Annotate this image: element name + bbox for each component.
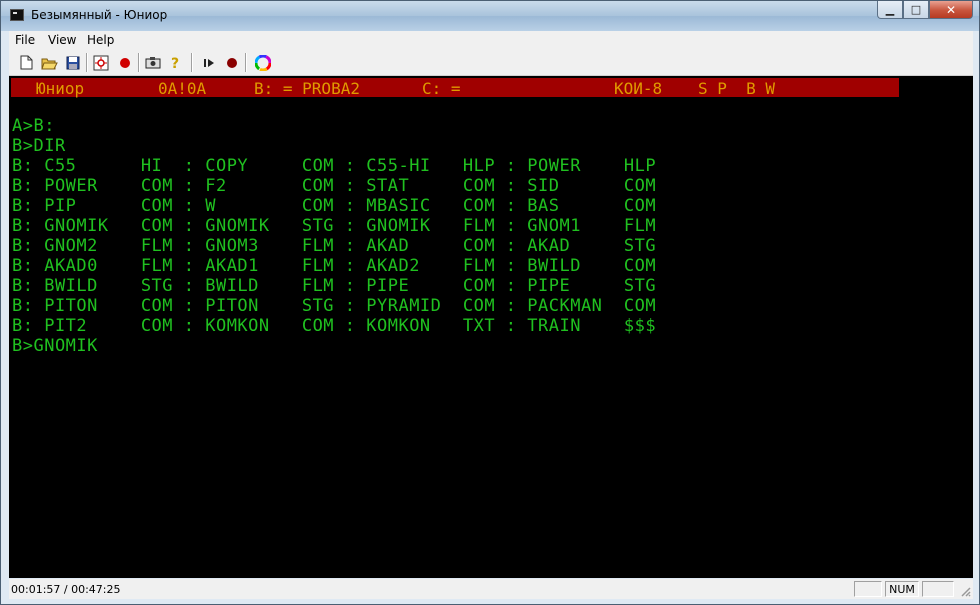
open-icon[interactable] xyxy=(41,54,58,71)
settings-icon[interactable] xyxy=(92,54,109,71)
emulator-status-strip: Юниор 0A!0A B: = PROBA2 C: = КОИ-8 S P B… xyxy=(11,78,899,98)
terminal-line: B>DIR xyxy=(12,136,66,156)
save-icon[interactable] xyxy=(64,54,81,71)
maximize-icon: □ xyxy=(910,3,922,16)
stop-record-icon[interactable] xyxy=(223,54,240,71)
terminal-line: B: C55 HI : COPY COM : C55-HI HLP : POWE… xyxy=(12,156,657,176)
toolbar: ? xyxy=(9,50,973,76)
menu-view[interactable]: View xyxy=(48,33,76,47)
emulator-screen[interactable]: Юниор 0A!0A B: = PROBA2 C: = КОИ-8 S P B… xyxy=(9,76,973,578)
terminal-line: B: PITON COM : PITON STG : PYRAMID COM :… xyxy=(12,296,657,316)
terminal-line: B: POWER COM : F2 COM : STAT COM : SID C… xyxy=(12,176,657,196)
palette-icon[interactable] xyxy=(254,54,271,71)
menu-help[interactable]: Help xyxy=(87,33,114,47)
minimize-icon: ▁ xyxy=(885,3,895,16)
new-icon[interactable] xyxy=(18,54,35,71)
terminal-line: B: AKAD0 FLM : AKAD1 FLM : AKAD2 FLM : B… xyxy=(12,256,657,276)
machine-name: Юниор xyxy=(36,79,85,98)
play-icon[interactable] xyxy=(200,54,217,71)
app-icon xyxy=(10,9,24,21)
drive-b-readout: B: = PROBA2 xyxy=(254,79,360,98)
minimize-button[interactable]: ▁ xyxy=(877,1,903,19)
window-title: Безымянный - Юниор xyxy=(31,8,168,22)
status-panel-empty xyxy=(854,581,882,597)
terminal-prompt-line: B>GNOMIK xyxy=(12,336,98,356)
resize-grip-icon[interactable] xyxy=(959,585,971,597)
menu-bar: File View Help xyxy=(9,31,973,50)
camera-icon[interactable] xyxy=(144,54,161,71)
terminal-line: B: BWILD STG : BWILD FLM : PIPE COM : PI… xyxy=(12,276,657,296)
elapsed-time: 00:01:57 / 00:47:25 xyxy=(11,583,121,596)
terminal-line: B: PIT2 COM : KOMKON COM : KOMKON TXT : … xyxy=(12,316,657,336)
title-bar[interactable]: Безымянный - Юниор ▁ □ ✕ xyxy=(1,1,979,31)
terminal-line: B: GNOMIK COM : GNOMIK STG : GNOMIK FLM … xyxy=(12,216,657,236)
address-readout: 0A!0A xyxy=(158,79,207,98)
num-lock-indicator: NUM xyxy=(885,581,919,597)
svg-text:?: ? xyxy=(171,56,179,71)
close-button[interactable]: ✕ xyxy=(929,1,973,19)
app-window: Безымянный - Юниор ▁ □ ✕ File View Help xyxy=(0,0,980,605)
terminal-line: B: GNOM2 FLM : GNOM3 FLM : AKAD COM : AK… xyxy=(12,236,657,256)
help-icon[interactable]: ? xyxy=(167,54,184,71)
terminal-line: A>B: xyxy=(12,116,55,136)
drive-c-readout: C: = xyxy=(422,79,461,98)
maximize-button[interactable]: □ xyxy=(903,1,929,19)
status-bar: 00:01:57 / 00:47:25 NUM xyxy=(9,579,973,599)
record-icon[interactable] xyxy=(116,54,133,71)
flags-readout: S P B W xyxy=(698,79,776,98)
terminal-line: B: PIP COM : W COM : MBASIC COM : BAS CO… xyxy=(12,196,657,216)
status-panel-empty xyxy=(922,581,954,597)
encoding-readout: КОИ-8 xyxy=(614,79,663,98)
menu-file[interactable]: File xyxy=(15,33,35,47)
close-icon: ✕ xyxy=(945,2,957,17)
